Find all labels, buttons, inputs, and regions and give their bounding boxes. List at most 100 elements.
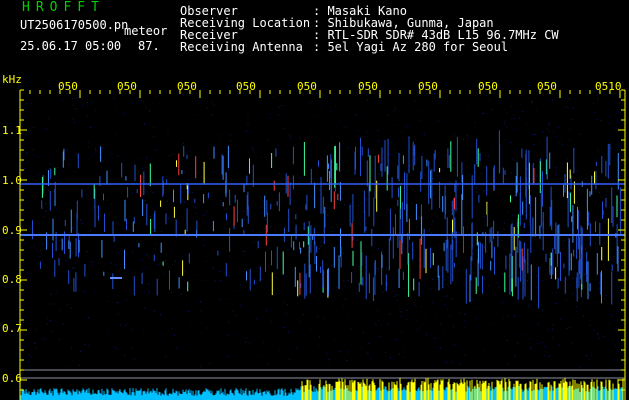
noise-dot [30, 246, 32, 247]
noise-dot [171, 327, 173, 329]
noise-dot [531, 100, 533, 102]
noise-dot [599, 287, 601, 289]
noise-dot [266, 309, 267, 311]
noise-dot [574, 149, 576, 151]
noise-dot [187, 235, 189, 237]
noise-dot [309, 150, 311, 152]
noise-dot [230, 203, 232, 205]
noise-dot [506, 340, 508, 341]
noise-dot [567, 107, 569, 109]
noise-dot [533, 239, 535, 241]
noise-dot [260, 355, 262, 357]
noise-dot [111, 203, 113, 205]
noise-dot [287, 249, 289, 251]
noise-dot [239, 284, 241, 286]
noise-dot [146, 157, 148, 159]
noise-dot [288, 359, 290, 360]
noise-dot [405, 324, 407, 326]
noise-dot [459, 363, 461, 365]
noise-dot [174, 228, 176, 230]
noise-dot [335, 246, 336, 248]
noise-dot [132, 322, 134, 324]
noise-dot [592, 176, 594, 178]
noise-dot [416, 319, 417, 321]
noise-dot [268, 363, 270, 364]
spectrogram-canvas [19, 89, 626, 400]
noise-dot [507, 316, 508, 317]
noise-dot [557, 127, 559, 128]
noise-dot [440, 207, 442, 209]
noise-dot [124, 113, 126, 115]
noise-dot [59, 310, 61, 312]
noise-dot [572, 293, 574, 295]
noise-dot [406, 310, 408, 311]
noise-dot [165, 260, 167, 262]
noise-dot [513, 118, 515, 120]
noise-dot [243, 178, 245, 180]
noise-dot [189, 322, 191, 324]
noise-dot [34, 343, 36, 344]
noise-dot [415, 100, 417, 102]
noise-dot [116, 302, 118, 303]
noise-dot [182, 142, 184, 144]
noise-dot [92, 264, 94, 266]
noise-dot [601, 197, 603, 199]
noise-dot [541, 342, 543, 343]
noise-dot [398, 353, 400, 355]
noise-dot [211, 114, 213, 116]
noise-dot [434, 337, 436, 339]
noise-dot [144, 200, 146, 201]
noise-dot [260, 206, 262, 208]
noise-dot [196, 274, 198, 275]
noise-dot [444, 304, 445, 306]
noise-dot [43, 207, 44, 209]
noise-dot [39, 256, 41, 257]
noise-dot [148, 110, 150, 112]
noise-dot [589, 294, 590, 296]
noise-dot [599, 191, 600, 193]
noise-dot [34, 154, 36, 156]
noise-dot [446, 309, 448, 311]
noise-dot [243, 218, 245, 220]
noise-dot [239, 304, 241, 306]
noise-dot [132, 102, 134, 104]
noise-dot [37, 174, 39, 176]
noise-dot [28, 353, 30, 355]
noise-dot [45, 339, 47, 341]
noise-dot [428, 231, 430, 232]
noise-dot [253, 148, 255, 150]
noise-dot [490, 323, 492, 325]
noise-dot [87, 142, 89, 143]
noise-dot [188, 310, 190, 312]
noise-dot [283, 127, 285, 129]
x-tick-label: 050 [58, 80, 78, 93]
noise-dot [452, 361, 453, 363]
noise-dot [113, 97, 115, 99]
noise-dot [562, 143, 563, 145]
noise-dot [299, 177, 301, 179]
noise-dot [506, 125, 508, 127]
noise-dot [161, 341, 163, 343]
noise-dot [366, 198, 368, 200]
noise-dot [444, 278, 446, 280]
noise-dot [521, 334, 523, 336]
noise-dot [570, 119, 572, 121]
noise-dot [247, 117, 249, 119]
x-tick-label: 050 [537, 80, 557, 93]
noise-dot [452, 167, 454, 169]
noise-dot [80, 350, 82, 352]
noise-dot [253, 214, 255, 216]
noise-dot [220, 199, 222, 201]
noise-dot [285, 275, 287, 277]
noise-dot [403, 287, 405, 289]
noise-dot [48, 168, 50, 170]
noise-dot [432, 278, 433, 280]
noise-dot [351, 205, 353, 207]
noise-dot [82, 104, 83, 106]
noise-dot [350, 328, 352, 330]
noise-dot [312, 198, 314, 200]
noise-dot [579, 133, 581, 135]
noise-dot [506, 212, 508, 214]
noise-dot [155, 149, 157, 151]
noise-dot [555, 292, 557, 294]
